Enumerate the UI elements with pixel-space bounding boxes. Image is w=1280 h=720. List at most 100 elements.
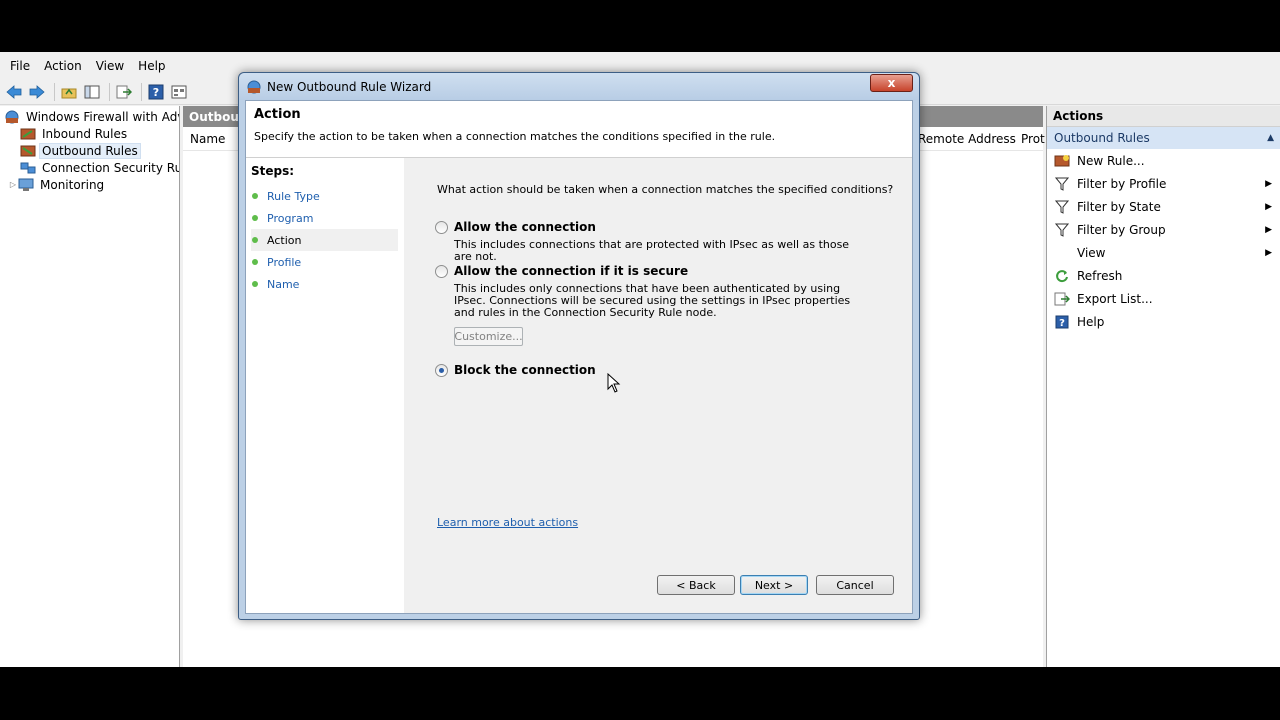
action-export-list[interactable]: Export List... <box>1047 287 1280 310</box>
monitoring-icon <box>18 178 34 191</box>
action-label: Filter by State <box>1077 199 1161 214</box>
step-profile[interactable]: Profile <box>251 251 398 273</box>
column-protocol[interactable]: Prot <box>1021 132 1045 146</box>
up-folder-icon[interactable] <box>59 82 79 102</box>
mouse-cursor-icon <box>607 373 621 393</box>
option-label[interactable]: Block the connection <box>454 363 596 377</box>
action-help[interactable]: ? Help <box>1047 310 1280 333</box>
dialog-body: Action Specify the action to be taken wh… <box>245 100 913 614</box>
option-description: This includes only connections that have… <box>454 282 851 319</box>
toolbar-separator <box>54 82 55 101</box>
action-view[interactable]: View ▶ <box>1047 241 1280 264</box>
filter-icon <box>1053 199 1071 215</box>
step-label: Profile <box>267 255 302 269</box>
dialog-title: New Outbound Rule Wizard <box>267 79 432 94</box>
connection-security-icon <box>20 162 36 173</box>
submenu-arrow-icon: ▶ <box>1265 201 1272 212</box>
console-tree: Windows Firewall with Advance Inbound Ru… <box>0 106 180 667</box>
close-button[interactable]: x <box>870 74 913 92</box>
action-label: Refresh <box>1077 268 1123 283</box>
tree-item-inbound-rules[interactable]: Inbound Rules <box>0 125 179 142</box>
column-name[interactable]: Name <box>190 132 225 146</box>
step-dot-icon <box>252 215 258 221</box>
action-label: Filter by Profile <box>1077 176 1167 191</box>
option-label[interactable]: Allow the connection <box>454 220 596 234</box>
block-radio[interactable] <box>435 363 448 377</box>
tree-item-label: Connection Security Rules <box>42 160 179 175</box>
export-list-icon[interactable] <box>114 82 134 102</box>
question-text: What action should be taken when a conne… <box>437 183 894 196</box>
show-hide-tree-icon[interactable] <box>82 82 102 102</box>
tree-item-connection-security-rules[interactable]: Connection Security Rules <box>0 159 179 176</box>
svg-text:?: ? <box>1059 318 1065 329</box>
actions-title: Actions <box>1047 106 1280 127</box>
option-allow-secure: Allow the connection if it is secure Thi… <box>435 264 864 346</box>
tree-root[interactable]: Windows Firewall with Advance <box>0 108 179 125</box>
back-button[interactable]: < Back <box>657 575 735 595</box>
dialog-titlebar[interactable]: New Outbound Rule Wizard x <box>239 73 919 100</box>
action-refresh[interactable]: Refresh <box>1047 264 1280 287</box>
next-button[interactable]: Next > <box>740 575 808 595</box>
cancel-button[interactable]: Cancel <box>816 575 894 595</box>
export-list-icon <box>1053 291 1071 307</box>
step-program[interactable]: Program <box>251 207 398 229</box>
option-label[interactable]: Allow the connection if it is secure <box>454 264 688 278</box>
help-icon[interactable]: ? <box>146 82 166 102</box>
tree-root-label: Windows Firewall with Advance <box>26 109 179 124</box>
steps-panel: Steps: Rule Type Program Action Profile … <box>246 158 403 613</box>
tree-item-monitoring[interactable]: ▷ Monitoring <box>0 176 179 193</box>
action-new-rule[interactable]: New Rule... <box>1047 149 1280 172</box>
close-icon: x <box>887 76 896 90</box>
action-label: New Rule... <box>1077 153 1145 168</box>
firewall-globe-icon <box>247 80 261 93</box>
step-dot-icon <box>252 281 258 287</box>
outbound-rules-icon <box>20 145 36 156</box>
step-label: Name <box>267 277 300 291</box>
new-outbound-rule-wizard-dialog: New Outbound Rule Wizard x Action Specif… <box>238 72 920 620</box>
action-filter-by-group[interactable]: Filter by Group ▶ <box>1047 218 1280 241</box>
actions-pane: Actions Outbound Rules ▲ New Rule... Fil… <box>1046 106 1280 667</box>
step-dot-icon <box>252 259 258 265</box>
customize-button[interactable]: Customize... <box>454 327 523 346</box>
steps-title: Steps: <box>251 164 295 178</box>
allow-radio[interactable] <box>435 220 448 234</box>
step-label: Rule Type <box>267 189 320 203</box>
help-icon: ? <box>1053 314 1071 330</box>
refresh-icon <box>1053 268 1071 284</box>
column-remote-address[interactable]: Remote Address <box>918 132 1016 146</box>
wizard-header: Action Specify the action to be taken wh… <box>246 101 912 158</box>
toolbar-separator <box>109 82 110 101</box>
tree-item-label: Outbound Rules <box>39 142 141 159</box>
option-allow: Allow the connection This includes conne… <box>435 220 864 263</box>
learn-more-link[interactable]: Learn more about actions <box>437 516 578 529</box>
menu-view[interactable]: View <box>89 59 131 73</box>
filter-icon <box>1053 176 1071 192</box>
step-dot-icon <box>252 237 258 243</box>
menu-help[interactable]: Help <box>131 59 172 73</box>
expand-arrow-icon[interactable]: ▷ <box>8 180 18 189</box>
action-label: Help <box>1077 314 1105 329</box>
filter-icon <box>1053 222 1071 238</box>
action-filter-by-profile[interactable]: Filter by Profile ▶ <box>1047 172 1280 195</box>
tree-item-outbound-rules[interactable]: Outbound Rules <box>0 142 179 159</box>
submenu-arrow-icon: ▶ <box>1265 224 1272 235</box>
step-label: Program <box>267 211 314 225</box>
option-block: Block the connection <box>435 363 596 377</box>
properties-icon[interactable] <box>169 82 189 102</box>
collapse-arrow-icon[interactable]: ▲ <box>1267 133 1274 143</box>
toolbar-separator <box>141 82 142 101</box>
allow-secure-radio[interactable] <box>435 264 448 278</box>
menu-action[interactable]: Action <box>37 59 89 73</box>
page-subtitle: Specify the action to be taken when a co… <box>254 130 776 143</box>
action-filter-by-state[interactable]: Filter by State ▶ <box>1047 195 1280 218</box>
back-arrow-icon[interactable] <box>4 82 24 102</box>
tree-item-label: Inbound Rules <box>42 126 128 141</box>
section-label: Outbound Rules <box>1054 131 1150 145</box>
step-name[interactable]: Name <box>251 273 398 295</box>
actions-section-header[interactable]: Outbound Rules ▲ <box>1047 127 1280 149</box>
forward-arrow-icon[interactable] <box>27 82 47 102</box>
step-action: Action <box>251 229 398 251</box>
action-label: Filter by Group <box>1077 222 1166 237</box>
menu-file[interactable]: File <box>3 59 37 73</box>
step-rule-type[interactable]: Rule Type <box>251 185 398 207</box>
